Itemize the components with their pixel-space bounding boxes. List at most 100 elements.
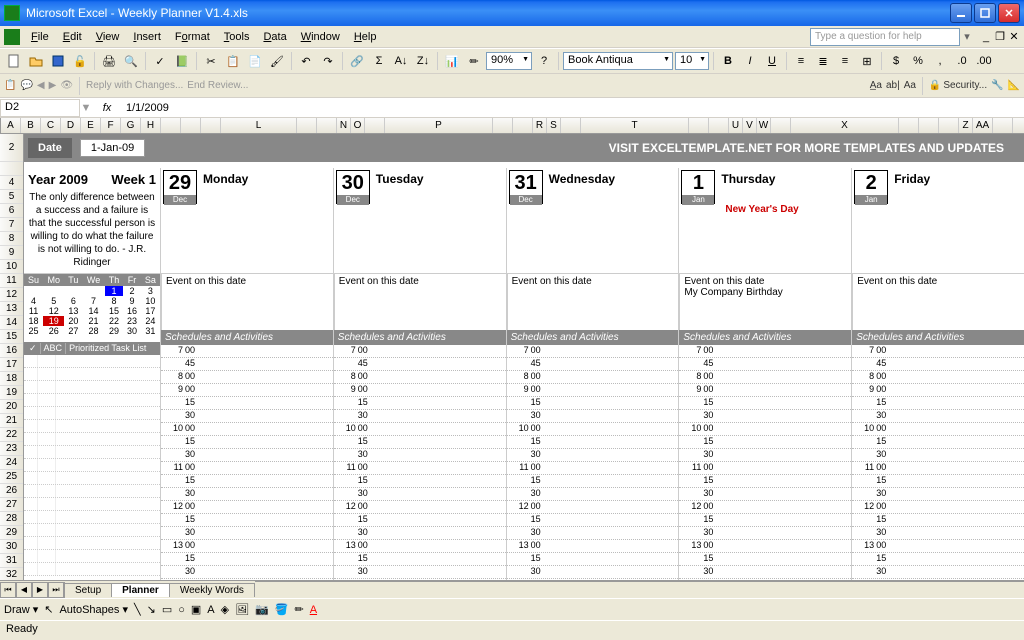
time-row[interactable]: 800 <box>852 371 1024 384</box>
task-row[interactable] <box>24 459 160 472</box>
comma-icon[interactable]: , <box>930 51 950 71</box>
prev-comment-icon[interactable]: ◀ <box>37 80 45 91</box>
time-row[interactable]: 1400 <box>334 579 506 580</box>
time-row[interactable]: 30 <box>161 410 333 423</box>
time-row[interactable]: 700 <box>679 345 851 358</box>
minical-day[interactable]: 10 <box>141 296 160 306</box>
minical-day[interactable]: 25 <box>24 326 43 336</box>
time-row[interactable]: 15 <box>507 514 679 527</box>
new-comment-icon[interactable]: 💬 <box>20 80 32 91</box>
col-header[interactable]: T <box>581 118 689 133</box>
menu-tools[interactable]: Tools <box>217 29 257 45</box>
time-row[interactable]: 15 <box>507 553 679 566</box>
minical-day[interactable]: 6 <box>64 296 82 306</box>
time-row[interactable]: 800 <box>334 371 506 384</box>
menu-help[interactable]: Help <box>347 29 384 45</box>
time-row[interactable]: 30 <box>334 410 506 423</box>
col-header[interactable] <box>939 118 959 133</box>
next-comment-icon[interactable]: ▶ <box>49 80 57 91</box>
time-row[interactable]: 15 <box>334 553 506 566</box>
col-header[interactable]: B <box>21 118 41 133</box>
minical-day[interactable]: 19 <box>43 316 64 326</box>
minical-day[interactable]: 5 <box>43 296 64 306</box>
time-row[interactable]: 15 <box>679 514 851 527</box>
time-row[interactable]: 1300 <box>679 540 851 553</box>
time-row[interactable]: 30 <box>852 488 1024 501</box>
diagram-icon[interactable]: ◈ <box>221 603 229 616</box>
time-row[interactable]: 15 <box>161 475 333 488</box>
time-row[interactable]: 1400 <box>679 579 851 580</box>
line-color-icon[interactable]: ✏ <box>294 603 303 616</box>
time-row[interactable]: 45 <box>334 358 506 371</box>
row-header[interactable]: 7 <box>0 218 23 232</box>
reply-changes-button[interactable]: Reply with Changes... <box>86 80 183 91</box>
chart-icon[interactable]: 📊 <box>442 51 462 71</box>
formula-input[interactable]: 1/1/2009 <box>122 101 1024 115</box>
event-box[interactable]: Event on this date <box>334 274 506 330</box>
macro-icon[interactable]: 🔧 <box>991 80 1003 91</box>
minical-day[interactable]: 20 <box>64 316 82 326</box>
time-row[interactable]: 30 <box>507 410 679 423</box>
time-row[interactable]: 900 <box>161 384 333 397</box>
row-header[interactable]: 12 <box>0 288 23 302</box>
vba-icon[interactable]: 📐 <box>1008 80 1020 91</box>
minical-day[interactable] <box>24 286 43 296</box>
minimize-button[interactable] <box>950 3 972 23</box>
rectangle-icon[interactable]: ▭ <box>162 603 172 616</box>
menu-dropdown-icon[interactable]: ▾ <box>960 30 974 43</box>
minical-day[interactable]: 31 <box>141 326 160 336</box>
tab-prev-button[interactable]: ◀ <box>16 582 32 598</box>
row-header[interactable]: 2 <box>0 134 23 162</box>
row-header[interactable]: 15 <box>0 330 23 344</box>
time-row[interactable]: 800 <box>679 371 851 384</box>
minical-day[interactable]: 16 <box>123 306 141 316</box>
row-header[interactable]: 16 <box>0 344 23 358</box>
menu-format[interactable]: Format <box>168 29 217 45</box>
col-header[interactable]: G <box>121 118 141 133</box>
save-icon[interactable] <box>48 51 68 71</box>
align-left-icon[interactable]: ≡ <box>791 51 811 71</box>
row-header[interactable]: 10 <box>0 260 23 274</box>
font-name-select[interactable]: Book Antiqua <box>563 52 673 70</box>
col-header[interactable] <box>919 118 939 133</box>
row-header[interactable]: 4 <box>0 176 23 190</box>
time-row[interactable]: 30 <box>334 488 506 501</box>
minical-day[interactable]: 17 <box>141 306 160 316</box>
task-row[interactable] <box>24 472 160 485</box>
row-header[interactable]: 25 <box>0 470 23 484</box>
col-header[interactable]: U <box>729 118 743 133</box>
row-header[interactable] <box>0 162 23 176</box>
time-row[interactable]: 15 <box>507 397 679 410</box>
minical-day[interactable]: 12 <box>43 306 64 316</box>
doc-restore-button[interactable]: ❐ <box>994 27 1006 47</box>
col-header[interactable]: Z <box>959 118 973 133</box>
permission-icon[interactable]: 🔓 <box>70 51 90 71</box>
time-row[interactable]: 15 <box>679 475 851 488</box>
time-row[interactable]: 15 <box>852 553 1024 566</box>
col-header[interactable] <box>561 118 581 133</box>
hyperlink-icon[interactable]: 🔗 <box>347 51 367 71</box>
time-row[interactable]: 30 <box>852 566 1024 579</box>
col-header[interactable]: O <box>351 118 365 133</box>
align-right-icon[interactable]: ≡ <box>835 51 855 71</box>
doc-close-button[interactable]: ✕ <box>1008 27 1020 47</box>
zoom-select[interactable]: 90% <box>486 52 532 70</box>
time-row[interactable]: 30 <box>507 488 679 501</box>
percent-icon[interactable]: % <box>908 51 928 71</box>
row-header[interactable]: 21 <box>0 414 23 428</box>
task-row[interactable] <box>24 420 160 433</box>
time-row[interactable]: 1200 <box>334 501 506 514</box>
line-icon[interactable]: ╲ <box>134 603 141 616</box>
autosum-icon[interactable]: Σ <box>369 51 389 71</box>
time-row[interactable]: 15 <box>334 436 506 449</box>
time-row[interactable]: 15 <box>679 553 851 566</box>
time-row[interactable]: 1200 <box>161 501 333 514</box>
col-header[interactable]: R <box>533 118 547 133</box>
col-header[interactable] <box>297 118 317 133</box>
print-icon[interactable]: 🖨 <box>99 51 119 71</box>
maximize-button[interactable] <box>974 3 996 23</box>
spelling-icon[interactable]: ✓ <box>150 51 170 71</box>
time-row[interactable]: 1100 <box>852 462 1024 475</box>
time-row[interactable]: 45 <box>852 358 1024 371</box>
col-header[interactable] <box>771 118 791 133</box>
